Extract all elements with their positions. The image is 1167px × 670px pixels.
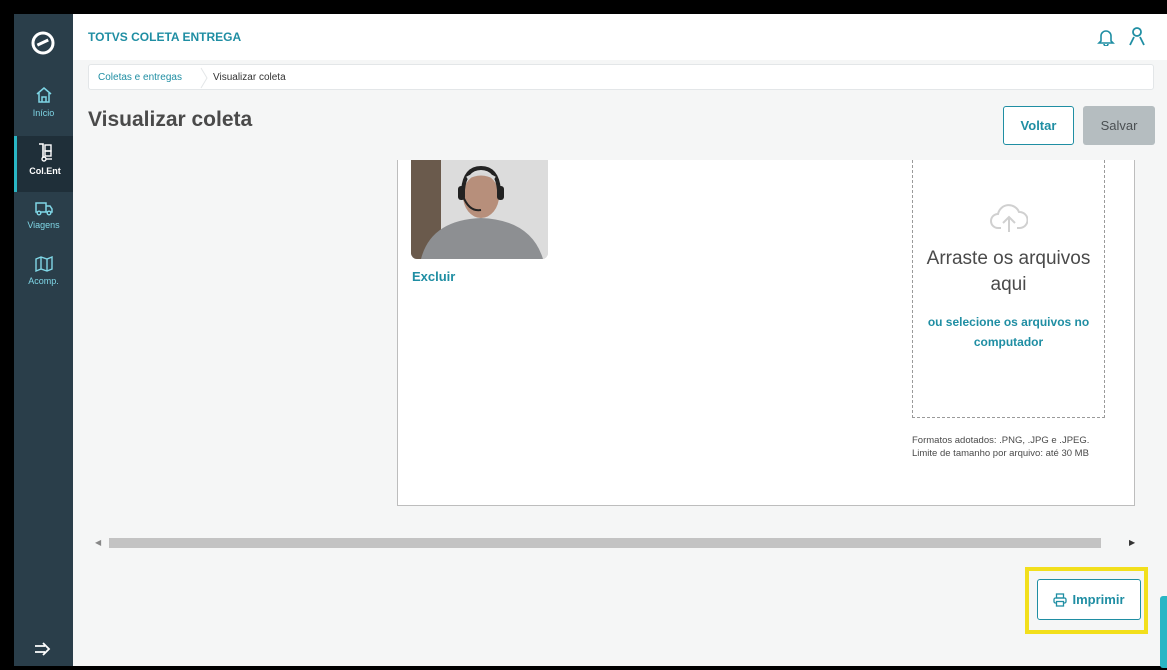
chevron-right-icon bbox=[200, 67, 208, 89]
scroll-right-icon[interactable]: ▶ bbox=[1129, 538, 1135, 547]
totvs-logo-icon[interactable] bbox=[31, 31, 55, 55]
side-drawer-tab[interactable] bbox=[1160, 596, 1167, 668]
print-button-label: Imprimir bbox=[1072, 592, 1125, 607]
horizontal-scrollbar[interactable]: ◀ ▶ bbox=[91, 535, 1137, 551]
top-header: TOTVS COLETA ENTREGA bbox=[73, 14, 1167, 60]
attachments-card: Excluir Arraste os arquivos aqui ou sele… bbox=[397, 160, 1135, 506]
sidebar: Início Col.Ent Viagens Acomp. bbox=[14, 14, 73, 666]
breadcrumb-current: Visualizar coleta bbox=[213, 72, 286, 83]
map-icon bbox=[34, 256, 53, 272]
sidebar-item-label: Acomp. bbox=[28, 276, 59, 286]
breadcrumb-link-coletas[interactable]: Coletas e entregas bbox=[98, 72, 182, 83]
select-files-link[interactable]: ou selecione os arquivos no computador bbox=[913, 312, 1104, 352]
expand-menu-icon[interactable] bbox=[33, 639, 53, 659]
hand-truck-icon bbox=[39, 143, 52, 162]
dropzone-title: Arraste os arquivos aqui bbox=[926, 248, 1091, 295]
save-button[interactable]: Salvar bbox=[1083, 106, 1155, 145]
size-limit-text: Limite de tamanho por arquivo: até 30 MB bbox=[912, 448, 1089, 459]
print-button[interactable]: Imprimir bbox=[1037, 579, 1141, 620]
app-title: TOTVS COLETA ENTREGA bbox=[88, 30, 242, 44]
printer-icon bbox=[1053, 592, 1068, 607]
sidebar-item-acomp[interactable]: Acomp. bbox=[14, 250, 73, 306]
sidebar-item-inicio[interactable]: Início bbox=[14, 80, 73, 136]
user-icon[interactable] bbox=[1127, 26, 1147, 46]
cloud-upload-icon bbox=[990, 204, 1028, 232]
breadcrumb: Coletas e entregas Visualizar coleta bbox=[88, 64, 1154, 90]
sidebar-item-label: Viagens bbox=[27, 220, 60, 230]
sidebar-item-label: Início bbox=[32, 108, 55, 118]
scroll-left-icon[interactable]: ◀ bbox=[95, 538, 101, 547]
delete-attachment-link[interactable]: Excluir bbox=[412, 269, 455, 284]
truck-icon bbox=[34, 202, 53, 216]
back-button[interactable]: Voltar bbox=[1003, 106, 1074, 145]
accepted-formats-text: Formatos adotados: .PNG, .JPG e .JPEG. bbox=[912, 435, 1090, 446]
sidebar-item-label: Col.Ent bbox=[29, 166, 61, 176]
main-content: TOTVS COLETA ENTREGA Coletas e entregas … bbox=[73, 14, 1167, 668]
file-dropzone[interactable]: Arraste os arquivos aqui ou selecione os… bbox=[912, 160, 1105, 418]
scrollbar-thumb[interactable] bbox=[109, 538, 1101, 548]
attachment-thumbnail[interactable] bbox=[411, 160, 548, 259]
bell-icon[interactable] bbox=[1097, 28, 1115, 46]
upload-info: Formatos adotados: .PNG, .JPG e .JPEG. L… bbox=[912, 434, 1112, 460]
page-title: Visualizar coleta bbox=[88, 108, 253, 131]
sidebar-item-viagens[interactable]: Viagens bbox=[14, 194, 73, 250]
sidebar-item-col-ent[interactable]: Col.Ent bbox=[14, 136, 73, 192]
home-icon bbox=[36, 87, 51, 103]
